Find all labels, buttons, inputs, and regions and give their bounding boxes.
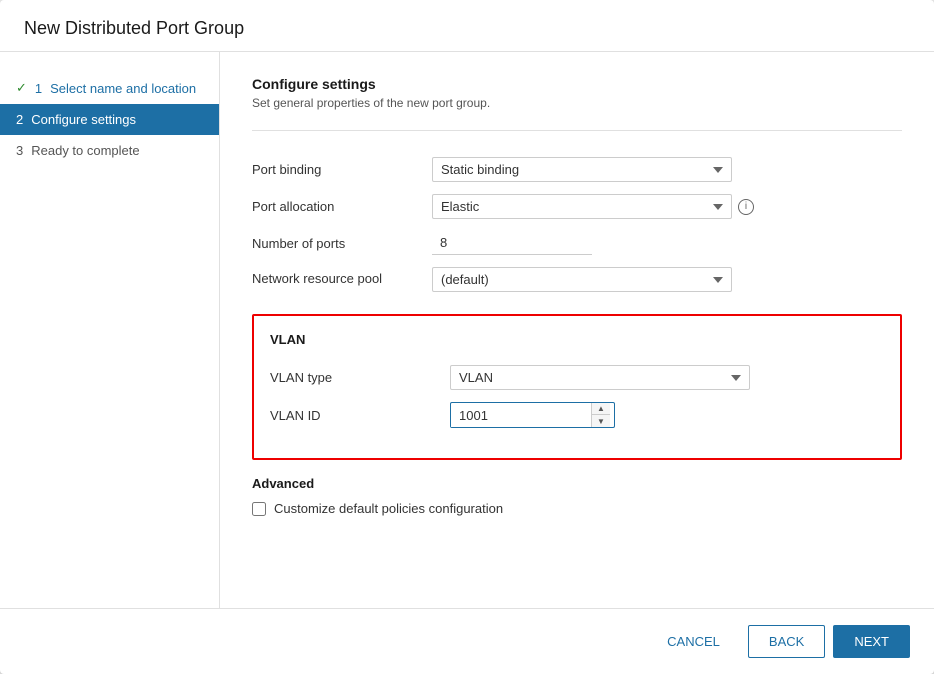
step3-number: 3	[16, 143, 23, 158]
network-resource-pool-label: Network resource pool	[252, 261, 432, 298]
step1-label: 1	[35, 81, 42, 96]
network-resource-pool-control: (default)	[432, 261, 902, 298]
next-button[interactable]: NEXT	[833, 625, 910, 658]
vlan-form: VLAN type VLAN VLAN ID	[270, 359, 884, 434]
port-binding-control: Static binding	[432, 151, 902, 188]
back-button[interactable]: BACK	[748, 625, 825, 658]
advanced-section: Advanced Customize default policies conf…	[252, 476, 902, 516]
sidebar-item-step1[interactable]: ✓ 1 Select name and location	[0, 72, 219, 104]
info-icon[interactable]: i	[738, 199, 754, 215]
vlan-id-increment-button[interactable]: ▲	[592, 403, 610, 415]
vlan-id-control: ▲ ▼	[450, 396, 884, 434]
dialog-title: New Distributed Port Group	[24, 18, 910, 39]
port-binding-label: Port binding	[252, 151, 432, 188]
cancel-button[interactable]: CANCEL	[647, 626, 740, 657]
sidebar-item-step2[interactable]: 2 Configure settings	[0, 104, 219, 135]
vlan-type-label: VLAN type	[270, 359, 450, 396]
port-binding-select[interactable]: Static binding	[432, 157, 732, 182]
section-title: Configure settings	[252, 76, 902, 92]
port-allocation-select[interactable]: Elastic	[432, 194, 732, 219]
main-content: Configure settings Set general propertie…	[220, 52, 934, 608]
customize-policies-checkbox[interactable]	[252, 502, 266, 516]
number-of-ports-control	[432, 225, 902, 261]
sidebar-item-step3[interactable]: 3 Ready to complete	[0, 135, 219, 166]
network-resource-pool-select[interactable]: (default)	[432, 267, 732, 292]
divider	[252, 130, 902, 131]
port-allocation-control: Elastic i	[432, 188, 902, 225]
vlan-id-decrement-button[interactable]: ▼	[592, 415, 610, 427]
advanced-title: Advanced	[252, 476, 902, 491]
customize-policies-label[interactable]: Customize default policies configuration	[274, 501, 503, 516]
vlan-section: VLAN VLAN type VLAN VLAN ID	[252, 314, 902, 460]
settings-form: Port binding Static binding Port allocat…	[252, 151, 902, 298]
step2-number: 2	[16, 112, 23, 127]
vlan-id-spinner: ▲ ▼	[591, 403, 610, 427]
number-of-ports-label: Number of ports	[252, 225, 432, 261]
step2-text: Configure settings	[31, 112, 136, 127]
vlan-id-label: VLAN ID	[270, 396, 450, 434]
number-of-ports-input[interactable]	[432, 231, 592, 255]
dialog-footer: CANCEL BACK NEXT	[0, 608, 934, 674]
vlan-id-input-wrapper: ▲ ▼	[450, 402, 615, 428]
vlan-type-control: VLAN	[450, 359, 884, 396]
dialog-body: ✓ 1 Select name and location 2 Configure…	[0, 52, 934, 608]
sidebar: ✓ 1 Select name and location 2 Configure…	[0, 52, 220, 608]
customize-policies-row: Customize default policies configuration	[252, 501, 902, 516]
dialog-header: New Distributed Port Group	[0, 0, 934, 52]
check-icon: ✓	[16, 80, 27, 96]
new-distributed-port-group-dialog: New Distributed Port Group ✓ 1 Select na…	[0, 0, 934, 674]
port-allocation-label: Port allocation	[252, 188, 432, 225]
step1-text: Select name and location	[50, 81, 196, 96]
vlan-title: VLAN	[270, 332, 884, 347]
section-desc: Set general properties of the new port g…	[252, 96, 902, 110]
vlan-type-select[interactable]: VLAN	[450, 365, 750, 390]
vlan-id-input[interactable]	[451, 404, 591, 427]
step3-text: Ready to complete	[31, 143, 139, 158]
